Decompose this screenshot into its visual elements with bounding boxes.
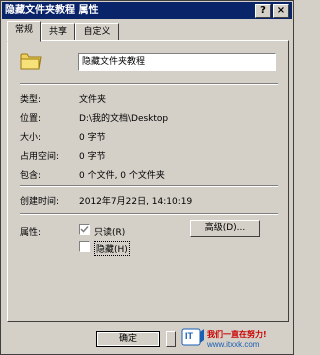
readonly-checkbox[interactable] [79, 224, 90, 235]
window-title: 隐藏文件夹教程 属性 [5, 5, 99, 16]
site-slogan: 我们一直在努力! [207, 330, 267, 339]
properties-dialog: 隐藏文件夹教程 属性 ? × 常规 共享 自定义 隐藏文件夹教程 类型: 文件夹… [0, 0, 294, 355]
ok-button[interactable]: 确定 [96, 331, 160, 347]
folder-name-input[interactable]: 隐藏文件夹教程 [78, 53, 276, 71]
hidden-label: 隐藏(H) [94, 241, 130, 256]
location-value: D:\我的文档\Desktop [79, 114, 169, 124]
size-on-disk-label: 占用空间: [20, 152, 60, 162]
check-icon [80, 225, 89, 233]
help-button[interactable]: ? [255, 4, 271, 18]
site-watermark: IT 我们一直在努力! www.itxxk.com [181, 326, 291, 352]
type-label: 类型: [20, 95, 42, 105]
site-url: www.itxxk.com [207, 340, 260, 349]
separator [20, 185, 278, 187]
created-label: 创建时间: [20, 197, 60, 207]
general-panel: 隐藏文件夹教程 类型: 文件夹 位置: D:\我的文档\Desktop 大小: … [7, 40, 289, 322]
size-value: 0 字节 [79, 133, 106, 143]
title-bar: 隐藏文件夹教程 属性 ? × [2, 2, 292, 19]
readonly-label: 只读(R) [94, 228, 126, 238]
tab-general-label: 常规 [14, 25, 33, 35]
tab-customize[interactable]: 自定义 [75, 23, 119, 41]
created-value: 2012年7月22日, 14:10:19 [79, 197, 193, 207]
advanced-button[interactable]: 高级(D)... [190, 220, 260, 237]
size-on-disk-value: 0 字节 [79, 152, 106, 162]
separator [20, 213, 278, 215]
tab-customize-label: 自定义 [83, 27, 111, 37]
hidden-checkbox[interactable] [79, 241, 90, 252]
cancel-button-edge[interactable] [166, 331, 176, 347]
folder-icon [20, 53, 42, 70]
contains-label: 包含: [20, 171, 42, 181]
tab-sharing-label: 共享 [48, 27, 67, 37]
separator [20, 83, 278, 85]
tab-general[interactable]: 常规 [7, 21, 41, 42]
attributes-label: 属性: [20, 228, 42, 238]
type-value: 文件夹 [79, 95, 107, 105]
close-button[interactable]: × [273, 4, 289, 18]
tab-sharing[interactable]: 共享 [41, 23, 75, 41]
site-logo-text: IT [185, 331, 193, 341]
location-label: 位置: [20, 114, 42, 124]
contains-value: 0 个文件, 0 个文件夹 [79, 171, 165, 181]
size-label: 大小: [20, 133, 42, 143]
